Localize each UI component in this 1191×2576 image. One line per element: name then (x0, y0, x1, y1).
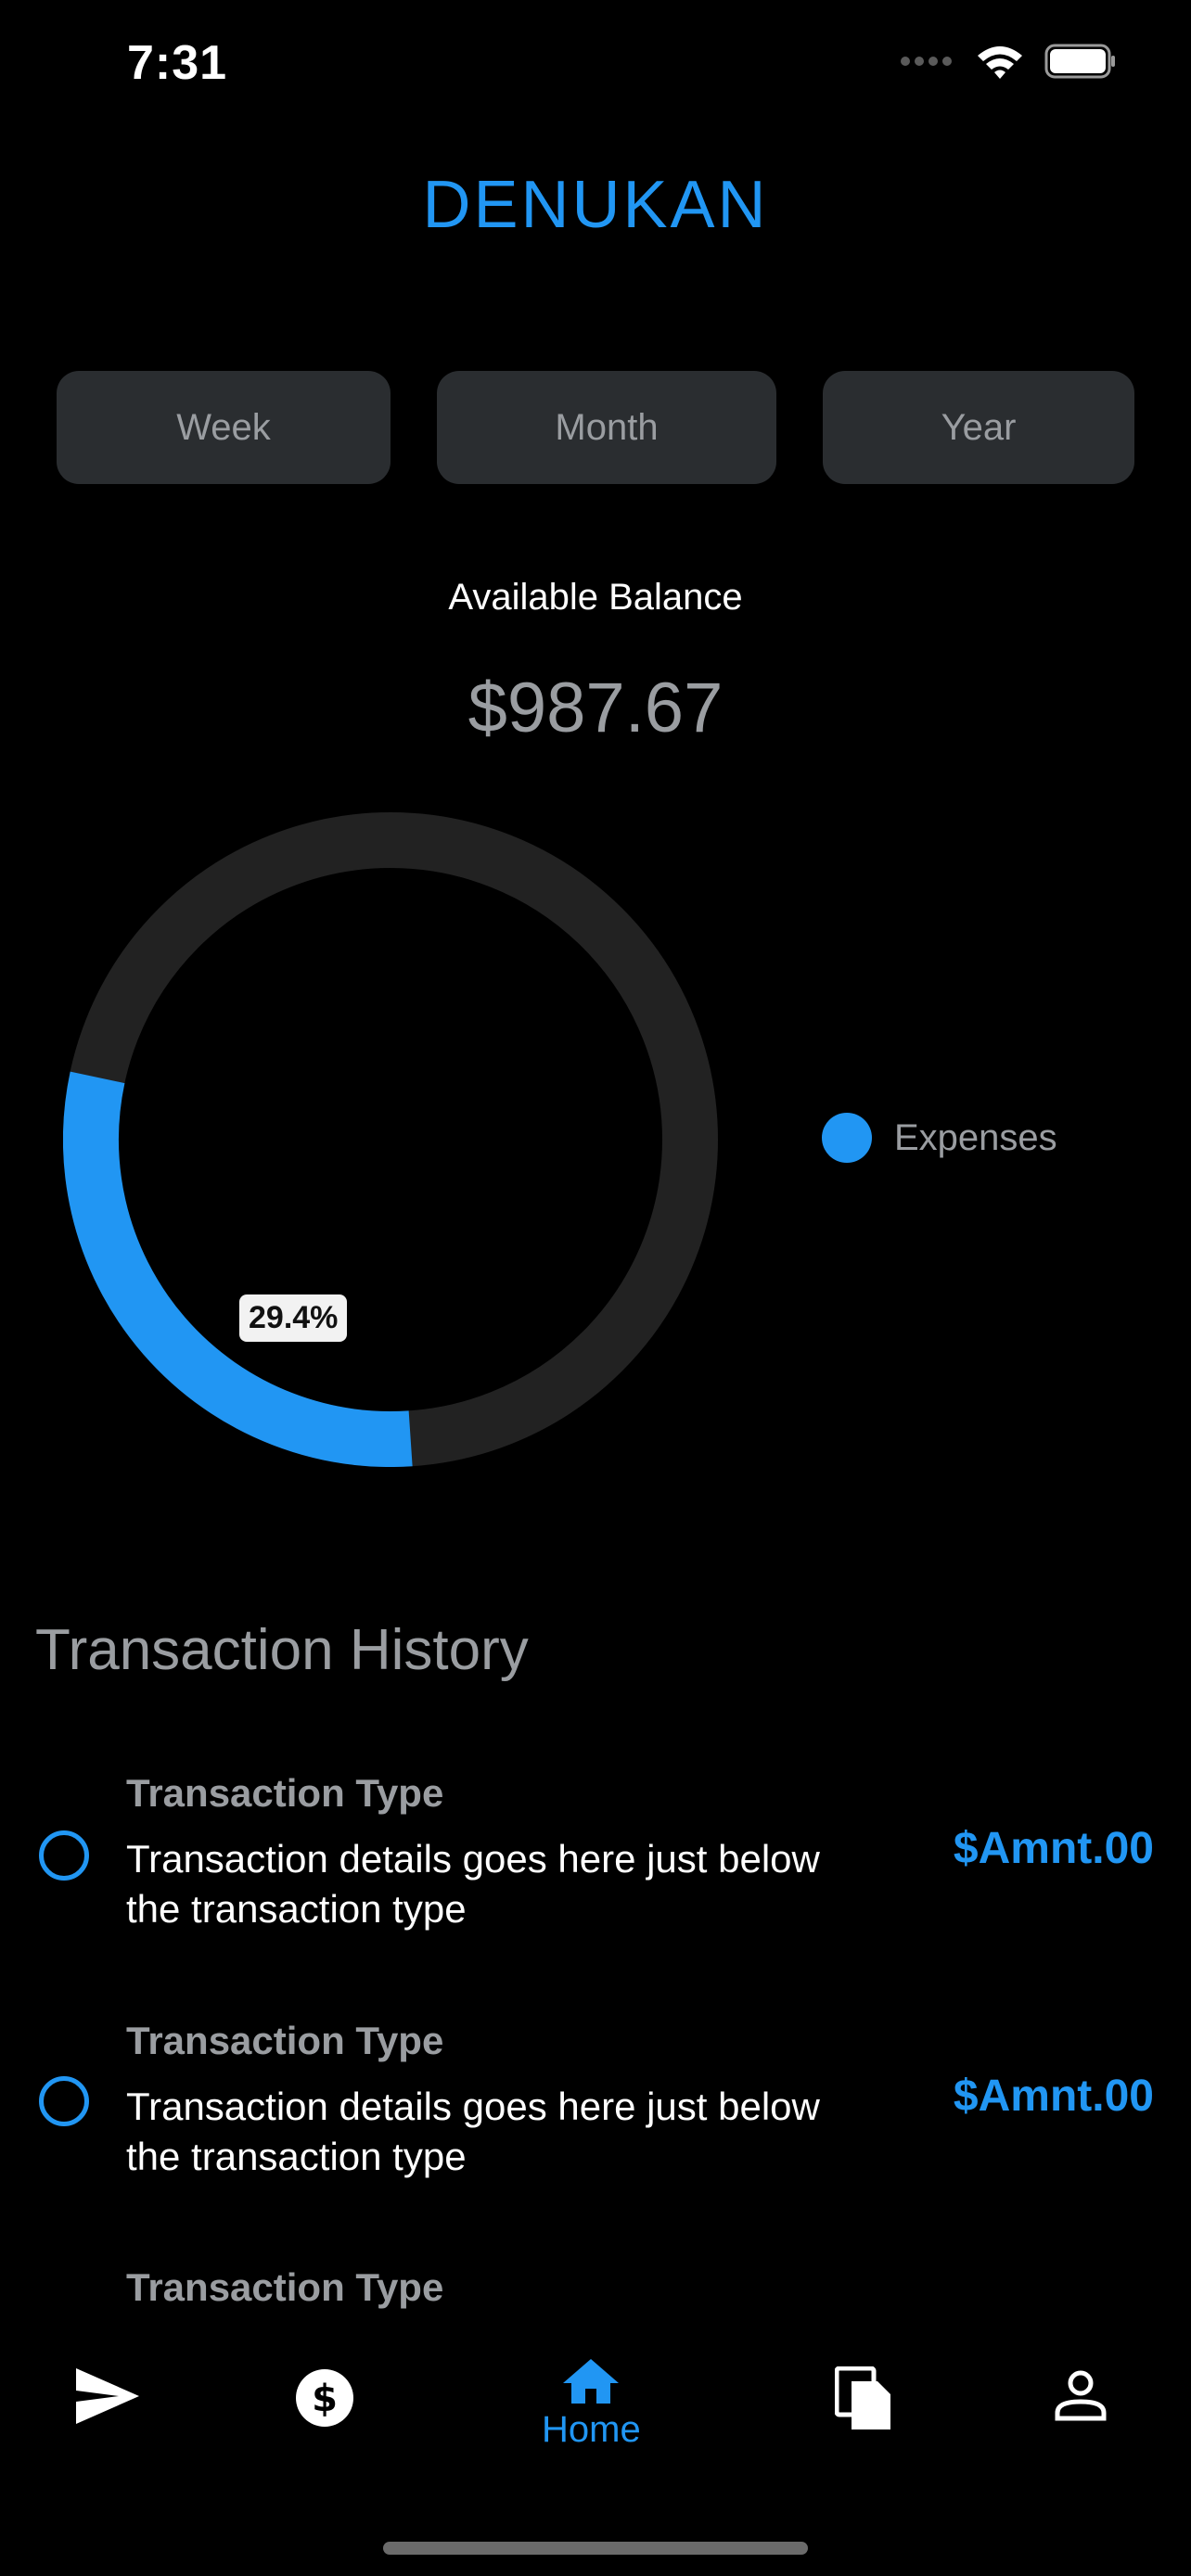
nav-profile[interactable] (1054, 2370, 1108, 2422)
nav-home-label: Home (542, 2409, 641, 2450)
legend-dot (822, 1113, 872, 1163)
transaction-item[interactable]: Transaction Type (0, 2265, 1191, 2318)
status-time: 7:31 (127, 36, 228, 90)
expenses-donut-chart (63, 812, 718, 1467)
legend-label-expenses: Expenses (894, 1116, 1057, 1158)
transaction-circle-icon (39, 2076, 89, 2126)
transaction-item[interactable]: Transaction Type Transaction details goe… (0, 2019, 1191, 2195)
donut-percent-label: 29.4% (239, 1294, 348, 1342)
nav-finance[interactable]: $ (295, 2368, 354, 2428)
transaction-details: Transaction details goes here just below… (126, 2085, 820, 2178)
transaction-circle-icon (39, 1830, 89, 1881)
profile-icon (1055, 2370, 1107, 2421)
transaction-history-title: Transaction History (35, 1618, 529, 1682)
wifi-icon (978, 46, 1022, 79)
balance-amount: $987.67 (467, 669, 724, 747)
home-icon (563, 2359, 620, 2404)
week-button[interactable]: Week (57, 371, 391, 484)
status-icons (900, 43, 1117, 80)
chart-legend: Expenses (822, 1113, 1057, 1163)
app-title: DENUKAN (422, 168, 769, 242)
home-indicator (383, 2542, 808, 2555)
transaction-type: Transaction Type (126, 1771, 444, 1815)
transaction-amount: $Amnt.00 (953, 2072, 1154, 2121)
dollar-icon: $ (296, 2369, 353, 2427)
nav-documents[interactable] (835, 2366, 894, 2431)
send-icon (76, 2368, 139, 2424)
donut-expenses-arc (63, 1071, 413, 1467)
bottom-navigation: $ Home (0, 2318, 1191, 2576)
balance-label: Available Balance (448, 577, 743, 618)
transaction-type: Transaction Type (126, 2265, 444, 2309)
app-screen: 7:31 DENUKAN Week Month Year Available B… (0, 0, 1191, 2576)
cellular-signal-icon (901, 57, 952, 66)
svg-text:$: $ (312, 2378, 338, 2420)
year-button[interactable]: Year (823, 371, 1134, 484)
transaction-item[interactable]: Transaction Type Transaction details goe… (0, 1771, 1191, 1947)
nav-home[interactable]: Home (542, 2357, 641, 2451)
nav-send[interactable] (74, 2366, 141, 2426)
transaction-amount: $Amnt.00 (953, 1824, 1154, 1873)
month-button[interactable]: Month (437, 371, 776, 484)
battery-icon (1044, 44, 1115, 79)
documents-icon (835, 2366, 890, 2429)
transaction-type: Transaction Type (126, 2019, 444, 2062)
transaction-details: Transaction details goes here just below… (126, 1837, 820, 1931)
